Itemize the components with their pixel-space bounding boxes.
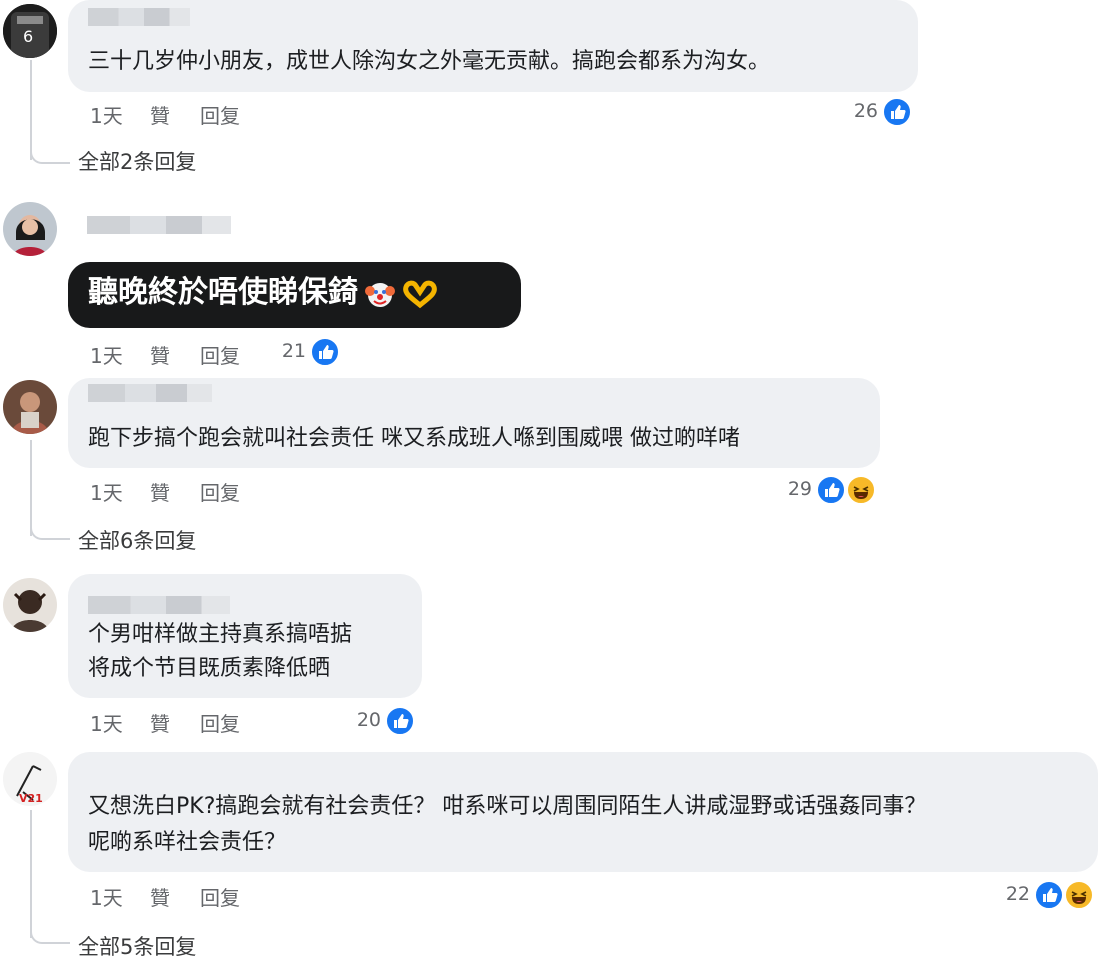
- comment-text-line: 个男咁样做主持真系搞唔掂: [88, 622, 353, 647]
- reply-action[interactable]: 回复: [200, 100, 240, 129]
- timestamp[interactable]: 1天: [90, 708, 123, 737]
- reaction-count: 26: [853, 100, 878, 122]
- svg-text:6: 6: [23, 27, 33, 46]
- reaction-count: 22: [1005, 883, 1030, 905]
- like-reaction-icon: [1034, 880, 1064, 910]
- like-reaction-icon: [882, 97, 912, 127]
- thread-line-end: [30, 146, 70, 164]
- reply-action[interactable]: 回复: [200, 882, 240, 911]
- avatar[interactable]: 6: [3, 4, 57, 58]
- comment-bubble: 个男咁样做主持真系搞唔掂 将成个节目既质素降低晒: [68, 574, 422, 698]
- comment-bubble: 跑下步搞个跑会就叫社会责任 咪又系成班人喺到围威喂 做过啲咩啫: [68, 378, 880, 468]
- comment-text-line: 将成个节目既质素降低晒: [88, 656, 331, 681]
- reply-action[interactable]: 回复: [200, 477, 240, 506]
- blurred-username[interactable]: [88, 8, 190, 26]
- avatar[interactable]: [3, 578, 57, 632]
- view-replies-link[interactable]: 全部6条回复: [78, 525, 196, 555]
- timestamp[interactable]: 1天: [90, 100, 123, 129]
- like-action[interactable]: 贊: [150, 340, 170, 369]
- timestamp[interactable]: 1天: [90, 477, 123, 506]
- like-action[interactable]: 贊: [150, 477, 170, 506]
- like-reaction-icon: [385, 706, 415, 736]
- thread-line: [30, 60, 32, 160]
- comment-bubble: 聽晚終於唔使睇保錡: [68, 262, 521, 328]
- avatar[interactable]: [3, 202, 57, 256]
- like-action[interactable]: 贊: [150, 882, 170, 911]
- like-action[interactable]: 贊: [150, 708, 170, 737]
- comment-text: 三十几岁仲小朋友，成世人除沟女之外毫无贡献。搞跑会都系为沟女。: [88, 49, 771, 74]
- reaction-count: 29: [787, 478, 812, 500]
- heart-hands-icon: [403, 280, 437, 308]
- comment-text: 跑下步搞个跑会就叫社会责任 咪又系成班人喺到围威喂 做过啲咩啫: [88, 426, 740, 451]
- avatar[interactable]: [3, 380, 57, 434]
- blurred-username[interactable]: [88, 384, 212, 402]
- comment-text-line: 又想洗白PK?搞跑会就有社会责任？ 咁系咪可以周围同陌生人讲咸湿野或话强姦同事？: [88, 794, 927, 819]
- view-replies-link[interactable]: 全部5条回复: [78, 931, 196, 961]
- reply-action[interactable]: 回复: [200, 708, 240, 737]
- comment-text-line: 呢啲系咩社会责任？: [88, 830, 287, 855]
- like-reaction-icon: [310, 337, 340, 367]
- blurred-username[interactable]: [88, 596, 230, 614]
- reaction-count: 20: [356, 709, 381, 731]
- comment-text-content: 聽晚終於唔使睇保錡: [88, 275, 358, 310]
- svg-text:V21: V21: [19, 792, 43, 805]
- timestamp[interactable]: 1天: [90, 340, 123, 369]
- thread-line-end: [30, 522, 70, 540]
- haha-reaction-icon: [846, 475, 876, 505]
- avatar[interactable]: V21: [3, 752, 57, 806]
- comment-bubble: 又想洗白PK?搞跑会就有社会责任？ 咁系咪可以周围同陌生人讲咸湿野或话强姦同事？…: [68, 752, 1098, 872]
- comment-bubble: 三十几岁仲小朋友，成世人除沟女之外毫无贡献。搞跑会都系为沟女。: [68, 0, 918, 92]
- blurred-username[interactable]: [87, 216, 231, 234]
- like-reaction-icon: [816, 475, 846, 505]
- clown-face-icon: [365, 282, 395, 307]
- reaction-count: 21: [281, 340, 306, 362]
- timestamp[interactable]: 1天: [90, 882, 123, 911]
- haha-reaction-icon: [1064, 880, 1094, 910]
- like-action[interactable]: 贊: [150, 100, 170, 129]
- view-replies-link[interactable]: 全部2条回复: [78, 146, 196, 176]
- thread-line: [30, 810, 32, 938]
- comment-text: 聽晚終於唔使睇保錡: [88, 276, 438, 310]
- reply-action[interactable]: 回复: [200, 340, 240, 369]
- thread-line-end: [30, 926, 70, 944]
